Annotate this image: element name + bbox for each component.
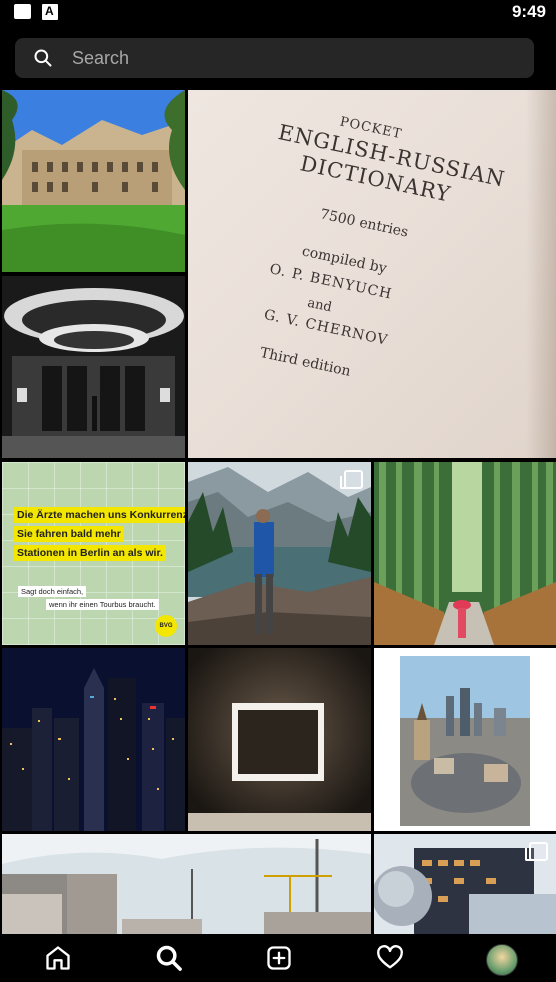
book-binding: [526, 90, 556, 458]
post-poster[interactable]: Die Ärzte machen uns Konkurrenz: Sie fah…: [2, 462, 185, 645]
bottom-nav: [0, 934, 556, 982]
status-time: 9:49: [511, 2, 546, 21]
post-gallery-frame[interactable]: [188, 648, 371, 831]
post-castle[interactable]: [2, 90, 185, 272]
multiple-images-icon: [525, 842, 548, 861]
post-dictionary[interactable]: POCKET ENGLISH-RUSSIAN DICTIONARY 7500 e…: [188, 90, 556, 458]
post-city-construction[interactable]: [2, 834, 371, 934]
post-lake-hiker[interactable]: [188, 462, 371, 645]
search-icon: [34, 49, 52, 67]
poster-headline: Die Ärzte machen uns Konkurrenz:: [14, 507, 185, 523]
post-city-night[interactable]: [2, 648, 185, 831]
activity-icon[interactable]: [376, 944, 404, 972]
app-notification-icon: [42, 4, 58, 20]
dictionary-page: POCKET ENGLISH-RUSSIAN DICTIONARY 7500 e…: [188, 90, 556, 458]
post-architecture[interactable]: [2, 276, 185, 458]
post-bamboo-forest[interactable]: [374, 462, 556, 645]
post-city-aerial[interactable]: [374, 648, 556, 831]
create-icon[interactable]: [265, 944, 293, 972]
bvg-logo: BVG: [155, 615, 177, 637]
search-placeholder: Search: [72, 48, 130, 68]
home-icon[interactable]: [44, 944, 72, 972]
dict-line: and: [306, 295, 334, 316]
post-modern-building[interactable]: [374, 834, 556, 934]
poster-headline: Stationen in Berlin an als wir.: [14, 545, 166, 561]
multiple-images-icon: [340, 470, 363, 489]
profile-avatar[interactable]: [486, 944, 518, 976]
search-icon[interactable]: [155, 944, 183, 972]
status-bar: 9:49: [0, 0, 556, 24]
dict-line: Third edition: [258, 344, 353, 380]
poster-subtext: Sagt doch einfach,: [18, 586, 87, 597]
dict-line: 7500 entries: [318, 206, 410, 241]
poster-headline: Sie fahren bald mehr: [14, 526, 124, 542]
search-bar[interactable]: Search: [15, 38, 534, 78]
notification-icon: [14, 4, 31, 19]
poster-subtext: wenn ihr einen Tourbus braucht.: [46, 599, 159, 610]
